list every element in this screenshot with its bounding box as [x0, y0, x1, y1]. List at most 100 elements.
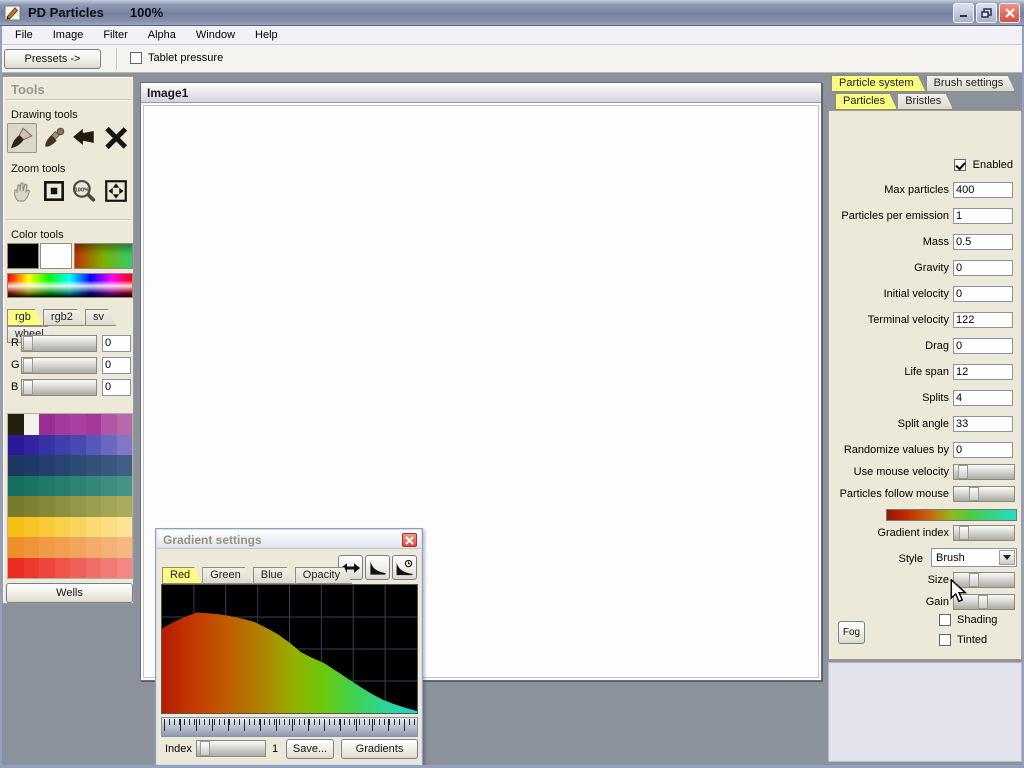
- decay-curve-button[interactable]: [365, 555, 390, 580]
- palette-cell-3-0[interactable]: [8, 476, 24, 497]
- wells-button[interactable]: Wells: [6, 583, 133, 603]
- menu-item-help[interactable]: Help: [246, 27, 287, 43]
- tab-brush-settings[interactable]: Brush settings: [926, 75, 1016, 92]
- tab-rgb[interactable]: rgb: [7, 309, 43, 326]
- palette-cell-1-6[interactable]: [101, 435, 117, 456]
- gradient-curve-chart[interactable]: [161, 584, 418, 714]
- gradients-button[interactable]: Gradients: [341, 739, 418, 759]
- palette-cell-6-7[interactable]: [117, 537, 133, 558]
- tab-channel-green[interactable]: Green: [202, 567, 253, 584]
- tinted-checkbox[interactable]: [939, 634, 951, 646]
- fog-button[interactable]: Fog: [838, 621, 865, 644]
- slider-handle[interactable]: [958, 465, 968, 479]
- palette-cell-5-2[interactable]: [39, 517, 55, 538]
- palette-cell-0-2[interactable]: [39, 414, 55, 435]
- palette-cell-1-0[interactable]: [8, 435, 24, 456]
- tab-bristles[interactable]: Bristles: [897, 93, 953, 110]
- palette-cell-3-2[interactable]: [39, 476, 55, 497]
- secondary-color-swatch[interactable]: [40, 243, 72, 269]
- palette-cell-5-4[interactable]: [70, 517, 86, 538]
- field-input[interactable]: 400: [953, 182, 1013, 198]
- palette-cell-6-4[interactable]: [70, 537, 86, 558]
- palette-cell-3-3[interactable]: [55, 476, 71, 497]
- tab-channel-opacity[interactable]: Opacity: [295, 567, 352, 584]
- palette-cell-0-7[interactable]: [117, 414, 133, 435]
- palette-cell-3-5[interactable]: [86, 476, 102, 497]
- palette-cell-0-0[interactable]: [8, 414, 24, 435]
- close-button[interactable]: [999, 3, 1020, 23]
- delete-tool-button[interactable]: [101, 123, 131, 153]
- tablet-pressure-checkbox[interactable]: [130, 52, 142, 64]
- palette-cell-7-2[interactable]: [39, 558, 55, 579]
- slider-track[interactable]: [953, 486, 1015, 502]
- palette-cell-7-6[interactable]: [101, 558, 117, 579]
- palette-cell-0-5[interactable]: [86, 414, 102, 435]
- palette-cell-7-3[interactable]: [55, 558, 71, 579]
- field-input[interactable]: 0: [953, 286, 1013, 302]
- minimize-button[interactable]: [953, 3, 974, 23]
- menu-item-file[interactable]: File: [6, 27, 42, 43]
- rgb-value-r[interactable]: 0: [102, 335, 131, 352]
- field-input[interactable]: 0.5: [953, 234, 1013, 250]
- style-dropdown[interactable]: Brush: [931, 548, 1017, 567]
- index-slider[interactable]: [196, 740, 266, 757]
- rgb-slider-b[interactable]: [21, 379, 97, 396]
- palette-cell-0-1[interactable]: [24, 414, 40, 435]
- tab-sv[interactable]: sv: [85, 309, 116, 326]
- tab-rgb2[interactable]: rgb2: [43, 309, 85, 326]
- palette-cell-3-4[interactable]: [70, 476, 86, 497]
- menu-item-window[interactable]: Window: [187, 27, 244, 43]
- palette-cell-2-0[interactable]: [8, 455, 24, 476]
- palette-cell-5-7[interactable]: [117, 517, 133, 538]
- palette-cell-1-1[interactable]: [24, 435, 40, 456]
- palette-cell-4-4[interactable]: [70, 496, 86, 517]
- palette-cell-7-4[interactable]: [70, 558, 86, 579]
- palette-cell-7-7[interactable]: [117, 558, 133, 579]
- palette-cell-1-5[interactable]: [86, 435, 102, 456]
- eraser-tool-button[interactable]: [69, 123, 99, 153]
- tab-channel-blue[interactable]: Blue: [253, 567, 295, 584]
- palette-cell-2-1[interactable]: [24, 455, 40, 476]
- palette-cell-6-5[interactable]: [86, 537, 102, 558]
- palette-cell-3-6[interactable]: [101, 476, 117, 497]
- slider-track[interactable]: [953, 464, 1015, 480]
- presets-button[interactable]: Pressets ->: [4, 49, 101, 69]
- palette-cell-0-4[interactable]: [70, 414, 86, 435]
- palette-cell-6-6[interactable]: [101, 537, 117, 558]
- palette-cell-2-6[interactable]: [101, 455, 117, 476]
- dialog-close-button[interactable]: [402, 533, 417, 547]
- palette-cell-4-1[interactable]: [24, 496, 40, 517]
- dropper-tool-button[interactable]: [39, 123, 69, 153]
- palette-cell-5-0[interactable]: [8, 517, 24, 538]
- palette-cell-6-3[interactable]: [55, 537, 71, 558]
- slider-handle[interactable]: [23, 358, 33, 373]
- rgb-slider-r[interactable]: [21, 335, 97, 352]
- slider-handle[interactable]: [969, 487, 979, 501]
- brush-tool-button[interactable]: [7, 123, 37, 153]
- menu-item-filter[interactable]: Filter: [94, 27, 136, 43]
- tab-channel-red[interactable]: Red: [162, 567, 202, 584]
- slider-handle[interactable]: [23, 380, 33, 395]
- gradient-preview-bar[interactable]: [886, 509, 1017, 521]
- zoom-100-button[interactable]: 100%: [69, 176, 99, 206]
- palette-cell-6-2[interactable]: [39, 537, 55, 558]
- field-input[interactable]: 0: [953, 442, 1013, 458]
- palette-cell-3-7[interactable]: [117, 476, 133, 497]
- menu-item-alpha[interactable]: Alpha: [139, 27, 185, 43]
- palette-cell-3-1[interactable]: [24, 476, 40, 497]
- hue-saturation-bar[interactable]: [7, 273, 133, 298]
- palette-cell-7-0[interactable]: [8, 558, 24, 579]
- palette-cell-1-2[interactable]: [39, 435, 55, 456]
- field-input[interactable]: 0: [953, 338, 1013, 354]
- slider-handle[interactable]: [23, 336, 33, 351]
- palette-cell-1-3[interactable]: [55, 435, 71, 456]
- palette-cell-4-5[interactable]: [86, 496, 102, 517]
- palette-cell-7-5[interactable]: [86, 558, 102, 579]
- field-input[interactable]: 0: [953, 260, 1013, 276]
- palette-cell-6-1[interactable]: [24, 537, 40, 558]
- field-input[interactable]: 33: [953, 416, 1013, 432]
- palette-cell-0-3[interactable]: [55, 414, 71, 435]
- decay-curve-timed-button[interactable]: [392, 555, 417, 580]
- palette-cell-1-7[interactable]: [117, 435, 133, 456]
- palette-cell-2-5[interactable]: [86, 455, 102, 476]
